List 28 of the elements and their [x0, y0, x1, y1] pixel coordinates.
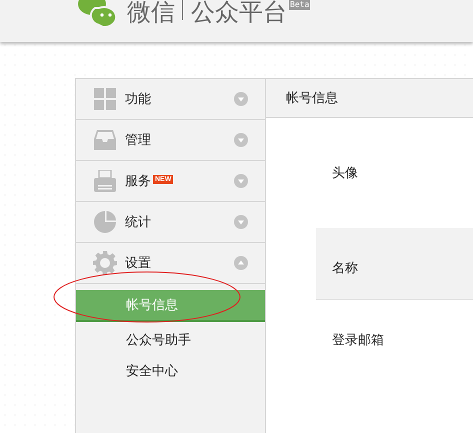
field-label: 头像 [332, 165, 358, 180]
field-label: 名称 [332, 260, 358, 275]
platform-title: 公众平台 [191, 0, 287, 28]
brand-title: 微信 [127, 0, 175, 28]
menu-label: 管理 [125, 131, 151, 150]
field-label: 登录邮箱 [332, 332, 384, 347]
beta-badge: Beta [289, 0, 310, 10]
expand-caret-icon[interactable] [234, 215, 248, 229]
menu-item[interactable]: 统计 [76, 202, 265, 243]
expand-caret-icon[interactable] [234, 92, 248, 106]
grid-icon [94, 88, 116, 110]
printer-icon [94, 170, 116, 192]
submenu-item[interactable]: 公众号助手 [76, 324, 265, 355]
menu-label: 设置 [125, 254, 151, 272]
tray-icon [94, 130, 116, 150]
pie-chart-icon [94, 211, 116, 233]
gear-icon [93, 251, 117, 275]
expand-caret-icon[interactable] [234, 174, 248, 188]
menu-item[interactable]: 管理 [76, 120, 265, 161]
expand-caret-icon[interactable] [234, 133, 248, 147]
menu-item[interactable]: 功能 [76, 79, 265, 120]
menu-label: 服务 [125, 172, 151, 190]
menu-label: 功能 [125, 90, 151, 108]
content-title: 帐号信息 [286, 89, 338, 108]
submenu-item[interactable]: 安全中心 [76, 355, 265, 386]
menu-item[interactable]: 设置 [76, 243, 265, 284]
collapse-caret-icon[interactable] [234, 256, 248, 270]
menu-label: 统计 [125, 213, 151, 232]
